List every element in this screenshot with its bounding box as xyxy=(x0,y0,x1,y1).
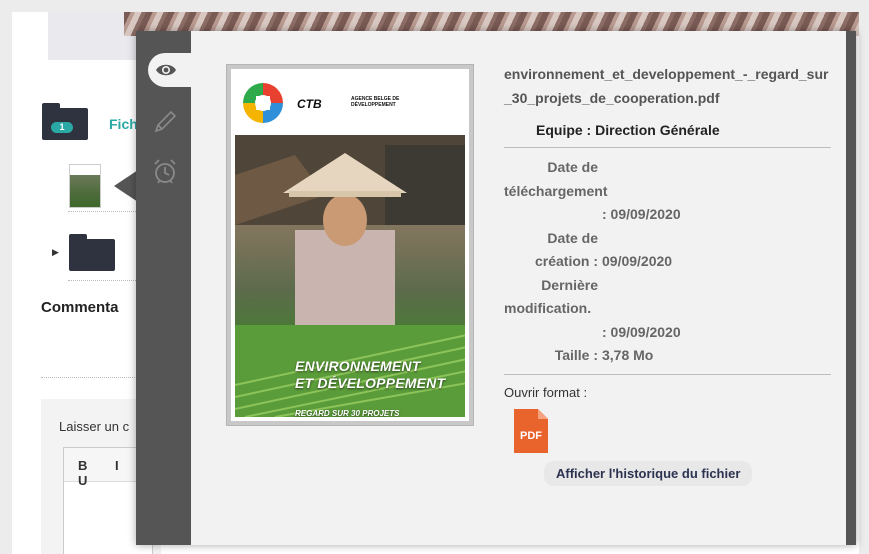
folder-count-badge: 1 xyxy=(51,122,73,133)
tab-edit[interactable] xyxy=(148,105,182,139)
open-format-label: Ouvrir format : xyxy=(504,384,588,400)
leave-comment-label: Laisser un c xyxy=(59,419,130,434)
document-preview[interactable]: CTB AGENCE BELGE DE DÉVELOPPEMENT ENVIRO… xyxy=(226,64,474,426)
team-row: Equipe : Direction Générale xyxy=(504,119,831,141)
comments-heading: Commenta xyxy=(41,299,119,316)
subfolder-icon[interactable] xyxy=(69,234,115,271)
creation-date-value: 09/09/2020 xyxy=(602,253,673,269)
file-details-popover: CTB AGENCE BELGE DE DÉVELOPPEMENT ENVIRO… xyxy=(136,31,856,545)
expand-arrow-icon[interactable]: ▶ xyxy=(52,247,59,258)
divider xyxy=(504,373,831,375)
divider xyxy=(68,211,138,212)
popover-sidebar xyxy=(136,31,191,545)
cover-photo: ENVIRONNEMENT ET DÉVELOPPEMENT REGARD SU… xyxy=(235,135,465,417)
divider xyxy=(41,377,141,378)
document-cover: CTB AGENCE BELGE DE DÉVELOPPEMENT ENVIRO… xyxy=(231,69,469,421)
modified-date-value: : 09/09/2020 xyxy=(602,323,681,340)
eye-icon xyxy=(155,64,176,76)
pencil-icon xyxy=(154,110,177,133)
creation-date-label: Date de xyxy=(547,229,598,246)
alarm-clock-icon xyxy=(154,159,176,184)
files-folder-icon[interactable]: 1 xyxy=(42,103,88,140)
file-history-button[interactable]: Afficher l'historique du fichier xyxy=(544,460,753,486)
cover-subtitle: REGARD SUR 30 PROJETS DE COOPÉRATION xyxy=(295,409,400,417)
modified-date-label: Dernière xyxy=(541,276,598,293)
size-label: Taille : xyxy=(554,347,598,363)
file-name: environnement_et_developpement_-_regard_… xyxy=(504,66,829,106)
cover-title: ENVIRONNEMENT ET DÉVELOPPEMENT xyxy=(295,358,446,391)
popover-pointer xyxy=(114,170,138,202)
cover-agency: AGENCE BELGE DE DÉVELOPPEMENT xyxy=(351,96,400,108)
tab-preview[interactable] xyxy=(148,53,191,87)
files-section-label[interactable]: Fich xyxy=(109,116,138,132)
upload-date-label: Date de xyxy=(547,159,598,175)
team-value: Direction Générale xyxy=(595,122,720,138)
divider xyxy=(504,147,831,148)
file-metadata: Date de téléchargement : 09/09/2020 Date… xyxy=(504,156,831,368)
popover-content: CTB AGENCE BELGE DE DÉVELOPPEMENT ENVIRO… xyxy=(191,31,846,545)
pdf-file-icon[interactable]: PDF xyxy=(514,408,548,453)
divider xyxy=(68,280,138,281)
file-info-panel: environnement_et_developpement_-_regard_… xyxy=(504,62,831,486)
cover-header: CTB AGENCE BELGE DE DÉVELOPPEMENT xyxy=(231,69,469,135)
size-value: 3,78 Mo xyxy=(602,347,654,363)
tab-reminder[interactable] xyxy=(148,155,182,189)
popover-right-edge xyxy=(846,31,856,545)
upload-date-value: : 09/09/2020 xyxy=(602,206,681,222)
file-thumbnail[interactable] xyxy=(69,164,101,208)
team-label: Equipe : xyxy=(536,122,592,138)
svg-text:PDF: PDF xyxy=(520,430,542,442)
cover-brand: CTB xyxy=(297,97,322,111)
ctb-logo-icon xyxy=(243,83,283,123)
